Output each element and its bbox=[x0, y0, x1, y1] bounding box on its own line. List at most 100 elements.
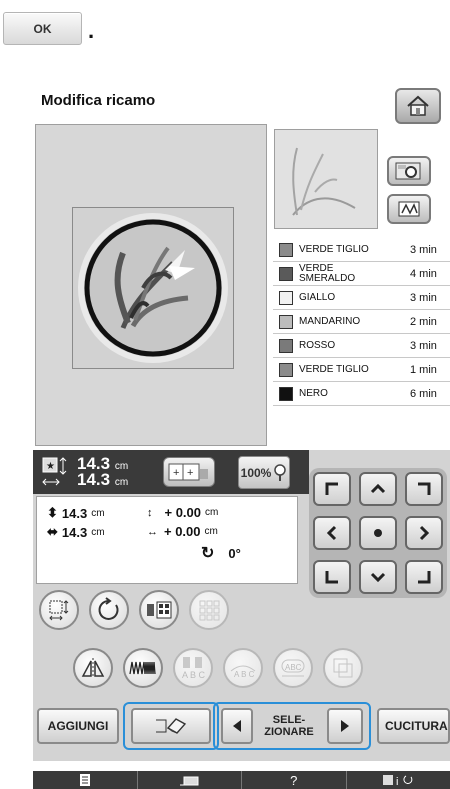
border-icon bbox=[333, 658, 353, 678]
vertical-offset-unit: cm bbox=[205, 507, 219, 518]
center-button[interactable] bbox=[359, 516, 397, 550]
home-icon bbox=[407, 95, 429, 116]
move-left-button[interactable] bbox=[313, 516, 351, 550]
thread-palette-icon bbox=[147, 601, 172, 619]
embroidery-frame bbox=[72, 207, 234, 369]
frame-display-icon: + + bbox=[168, 463, 208, 481]
horizontal-offset-info: ↔ + 0.00 cm bbox=[147, 524, 218, 539]
move-up-left-button[interactable] bbox=[313, 472, 351, 506]
thread-swatch bbox=[279, 266, 293, 281]
machine-button[interactable] bbox=[138, 771, 242, 789]
thread-name: MANDARINO bbox=[299, 315, 361, 327]
height-arrow-icon: ⬍ bbox=[47, 505, 58, 520]
text-spacing-icon: ABC bbox=[281, 659, 305, 677]
corner-down-right-icon bbox=[418, 571, 431, 584]
thread-row[interactable]: VERDE TIGLIO 1 min bbox=[273, 358, 450, 382]
thread-row[interactable]: VERDE TIGLIO 3 min bbox=[273, 238, 450, 262]
text-arc-icon: A B C bbox=[230, 665, 256, 679]
page-title: Modifica ricamo bbox=[41, 92, 156, 109]
stitch-chart-icon bbox=[398, 201, 420, 217]
design-outline-image bbox=[292, 147, 356, 216]
thread-row[interactable]: GIALLO 3 min bbox=[273, 286, 450, 310]
multicolor-text-icon: A B C bbox=[182, 657, 206, 680]
thread-swatch bbox=[279, 242, 293, 257]
thread-row[interactable]: VERDE SMERALDO 4 min bbox=[273, 262, 450, 286]
border-button[interactable] bbox=[323, 648, 363, 688]
design-width-unit: cm bbox=[114, 477, 129, 488]
thread-time: 6 min bbox=[410, 387, 437, 400]
help-label: ? bbox=[290, 772, 298, 788]
thread-time: 3 min bbox=[410, 243, 437, 256]
ok-button[interactable]: OK bbox=[3, 12, 82, 45]
home-button[interactable] bbox=[395, 88, 441, 124]
select-label: SELE- ZIONARE bbox=[264, 714, 314, 738]
settings-button[interactable]: i bbox=[347, 771, 450, 789]
design-width-readout: 14.3 cm bbox=[77, 470, 128, 490]
move-down-left-button[interactable] bbox=[313, 560, 351, 594]
width-info-value: 14.3 bbox=[61, 524, 88, 540]
zoom-button[interactable]: 100% bbox=[238, 456, 290, 489]
density-button[interactable] bbox=[123, 648, 163, 688]
multi-color-button[interactable]: A B C bbox=[173, 648, 213, 688]
move-up-button[interactable] bbox=[359, 472, 397, 506]
vertical-offset-icon: ↕ bbox=[147, 506, 153, 519]
center-dot-icon bbox=[374, 529, 382, 537]
floral-design-image bbox=[78, 213, 228, 363]
settings-info-icon: i bbox=[383, 775, 413, 787]
resize-button[interactable] bbox=[39, 590, 79, 630]
grid-icon bbox=[199, 600, 220, 621]
thread-name: NERO bbox=[299, 387, 328, 399]
design-preview-thumbnail bbox=[274, 129, 378, 229]
sewing-button-label: CUCITURA bbox=[385, 719, 448, 733]
rotate-button[interactable] bbox=[89, 590, 129, 630]
corner-up-right-icon bbox=[418, 482, 431, 495]
sewing-button[interactable]: CUCITURA bbox=[377, 708, 450, 744]
select-previous-button[interactable] bbox=[221, 708, 253, 744]
mirror-button[interactable] bbox=[73, 648, 113, 688]
embroidery-canvas[interactable] bbox=[35, 124, 267, 446]
thread-swatch bbox=[279, 362, 293, 377]
sewing-machine-icon bbox=[180, 776, 199, 786]
move-down-right-button[interactable] bbox=[405, 560, 443, 594]
document-button[interactable] bbox=[33, 771, 138, 789]
move-down-button[interactable] bbox=[359, 560, 397, 594]
thread-swatch bbox=[279, 314, 293, 329]
text-spacing-button[interactable]: ABC bbox=[273, 648, 313, 688]
embroidery-edit-screen: Modifica ricamo VERDE TIGLIO 3 min VERDE… bbox=[33, 84, 450, 789]
thread-swatch bbox=[279, 338, 293, 353]
horizontal-offset-icon: ↔ bbox=[147, 525, 158, 538]
design-width-value: 14.3 bbox=[77, 470, 111, 489]
add-button[interactable]: AGGIUNGI bbox=[37, 708, 119, 744]
ok-button-label: OK bbox=[33, 21, 52, 36]
zoom-label: 100% bbox=[240, 465, 272, 480]
magnifier-icon bbox=[274, 463, 287, 481]
move-up-right-button[interactable] bbox=[405, 472, 443, 506]
mirror-icon bbox=[81, 658, 105, 678]
rotation-info: ↻ 0° bbox=[201, 543, 241, 563]
rotation-value: 0° bbox=[228, 545, 241, 561]
thread-row[interactable]: ROSSO 3 min bbox=[273, 334, 450, 358]
array-button[interactable] bbox=[189, 590, 229, 630]
triangle-left-icon bbox=[233, 720, 241, 732]
delete-button[interactable] bbox=[131, 708, 211, 744]
move-right-button[interactable] bbox=[405, 516, 443, 550]
thread-row[interactable]: NERO 6 min bbox=[273, 382, 450, 406]
thread-row[interactable]: MANDARINO 2 min bbox=[273, 310, 450, 334]
thread-chart-button[interactable] bbox=[387, 194, 431, 224]
select-next-button[interactable] bbox=[327, 708, 363, 744]
rotation-icon: ↻ bbox=[201, 545, 215, 562]
help-button[interactable]: ? bbox=[242, 771, 347, 789]
position-info-box: ⬍ 14.3 cm ⬌ 14.3 cm ↕ + 0.00 cm ↔ + 0.00… bbox=[36, 496, 298, 584]
corner-down-left-icon bbox=[325, 571, 338, 584]
frame-display-button[interactable]: + + bbox=[163, 457, 215, 487]
horizontal-offset-unit: cm bbox=[204, 526, 218, 537]
color-change-button[interactable] bbox=[139, 590, 179, 630]
camera-button[interactable] bbox=[387, 156, 431, 186]
thread-time: 3 min bbox=[410, 339, 437, 352]
direction-pad bbox=[309, 468, 447, 598]
text-arc-button[interactable]: A B C bbox=[223, 648, 263, 688]
thread-time: 3 min bbox=[410, 291, 437, 304]
thread-swatch bbox=[279, 290, 293, 305]
chevron-right-icon bbox=[419, 525, 430, 541]
corner-up-left-icon bbox=[325, 482, 338, 495]
